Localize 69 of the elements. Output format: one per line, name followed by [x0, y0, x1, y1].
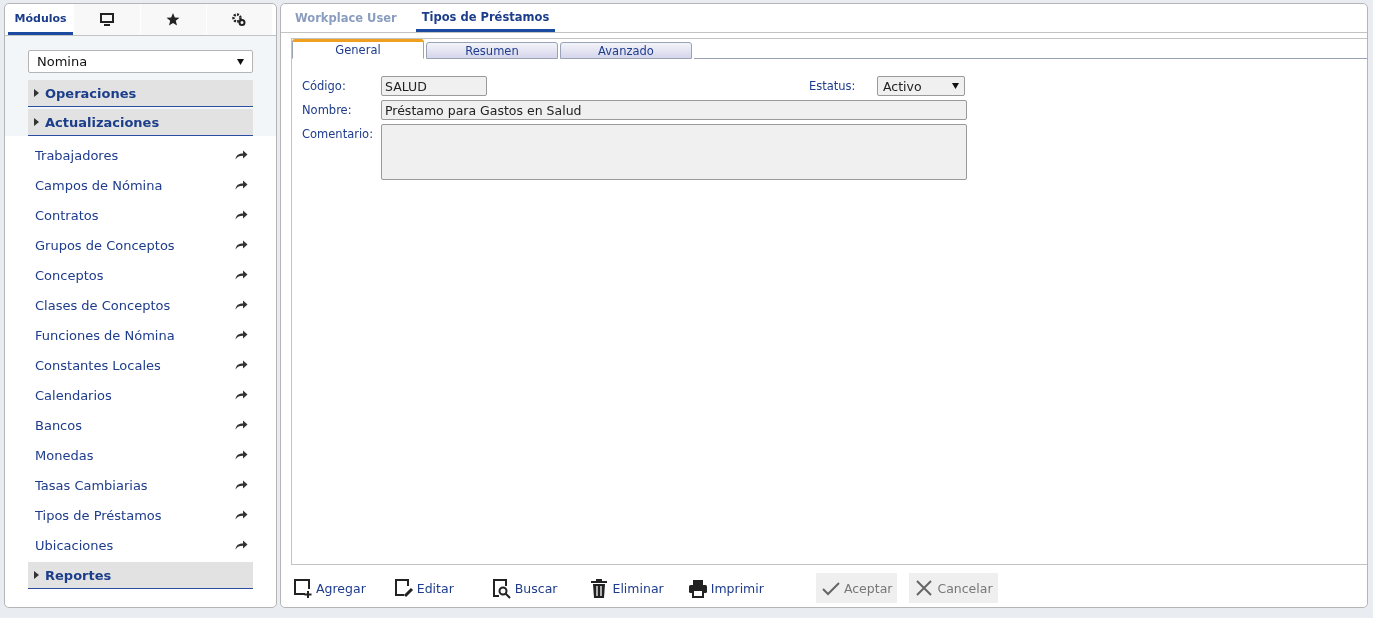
section-header[interactable]: Operaciones — [28, 80, 253, 107]
section-header[interactable]: Reportes — [28, 562, 253, 589]
menu-link[interactable]: Constantes Locales — [35, 357, 161, 373]
menu-link[interactable]: Clases de Conceptos — [35, 297, 171, 313]
share-arrow-icon[interactable] — [235, 270, 248, 280]
add-document-icon — [293, 577, 313, 599]
menu-link[interactable]: Ubicaciones — [35, 537, 114, 553]
menu-link[interactable]: Funciones de Nómina — [35, 327, 175, 343]
menu-link[interactable]: Conceptos — [35, 267, 104, 283]
search-icon — [491, 577, 512, 599]
field-label: Código: — [302, 78, 347, 93]
toolbar-button[interactable]: Editar — [391, 573, 456, 603]
menu-link[interactable]: Calendarios — [35, 387, 112, 403]
toolbar-button[interactable]: Agregar — [291, 573, 368, 603]
share-arrow-icon[interactable] — [235, 330, 248, 340]
share-arrow-icon[interactable] — [235, 390, 248, 400]
menu-link[interactable]: Contratos — [35, 207, 99, 223]
field-label: Estatus: — [809, 78, 857, 93]
caret-icon — [34, 571, 39, 579]
comment-field[interactable] — [381, 124, 967, 180]
name-field[interactable]: Préstamo para Gastos en Salud — [381, 100, 967, 120]
share-arrow-icon[interactable] — [235, 540, 248, 550]
printer-icon — [687, 577, 708, 599]
share-arrow-icon[interactable] — [235, 240, 248, 250]
toolbar-button[interactable]: Eliminar — [587, 573, 666, 603]
menu-link[interactable]: Monedas — [35, 447, 94, 463]
form-tab[interactable]: Avanzado — [560, 42, 692, 59]
share-arrow-icon[interactable] — [235, 210, 248, 220]
field-label: Nombre: — [302, 102, 353, 117]
share-arrow-icon[interactable] — [235, 360, 248, 370]
share-arrow-icon[interactable] — [235, 450, 248, 460]
code-field[interactable]: SALUD — [381, 76, 487, 96]
monitor-icon — [99, 13, 114, 26]
menu-link[interactable]: Tipos de Préstamos — [35, 507, 162, 523]
status-select[interactable]: Activo — [877, 76, 965, 96]
caret-icon — [34, 118, 39, 126]
dropdown-arrow-icon — [952, 83, 959, 89]
share-arrow-icon[interactable] — [235, 180, 248, 190]
menu-link[interactable]: Bancos — [35, 417, 82, 433]
sidebar-tab[interactable] — [206, 4, 272, 35]
sidebar-tab[interactable]: Módulos — [8, 4, 74, 35]
star-icon — [166, 13, 181, 26]
edit-icon — [393, 577, 414, 599]
trash-icon — [589, 577, 610, 599]
section-title: Actualizaciones — [45, 114, 160, 130]
dropdown-arrow-icon — [237, 58, 244, 65]
caret-icon — [34, 89, 39, 97]
toolbar-button[interactable]: Buscar — [489, 573, 560, 603]
share-arrow-icon[interactable] — [235, 510, 248, 520]
field-label: Comentario: — [302, 126, 375, 141]
share-arrow-icon[interactable] — [235, 420, 248, 430]
module-select[interactable]: Nomina — [28, 50, 253, 73]
menu-link[interactable]: Campos de Nómina — [35, 177, 163, 193]
menu-link[interactable]: Grupos de Conceptos — [35, 237, 175, 253]
share-arrow-icon[interactable] — [235, 480, 248, 490]
sidebar-tab[interactable] — [74, 4, 140, 35]
menu-link[interactable]: Trabajadores — [35, 147, 119, 163]
toolbar-button[interactable]: Imprimir — [685, 573, 766, 603]
section-title: Reportes — [45, 567, 112, 583]
share-arrow-icon[interactable] — [235, 300, 248, 310]
menu-link[interactable]: Tasas Cambiarias — [35, 477, 148, 493]
sidebar-tab[interactable] — [140, 4, 206, 35]
document-tab[interactable]: Tipos de Préstamos — [415, 4, 556, 32]
share-arrow-icon[interactable] — [235, 150, 248, 160]
section-title: Operaciones — [45, 85, 137, 101]
section-header[interactable]: Actualizaciones — [28, 109, 253, 136]
form-tab[interactable]: General — [292, 39, 424, 59]
settings-icon — [232, 13, 247, 26]
form-tab[interactable]: Resumen — [426, 42, 558, 59]
